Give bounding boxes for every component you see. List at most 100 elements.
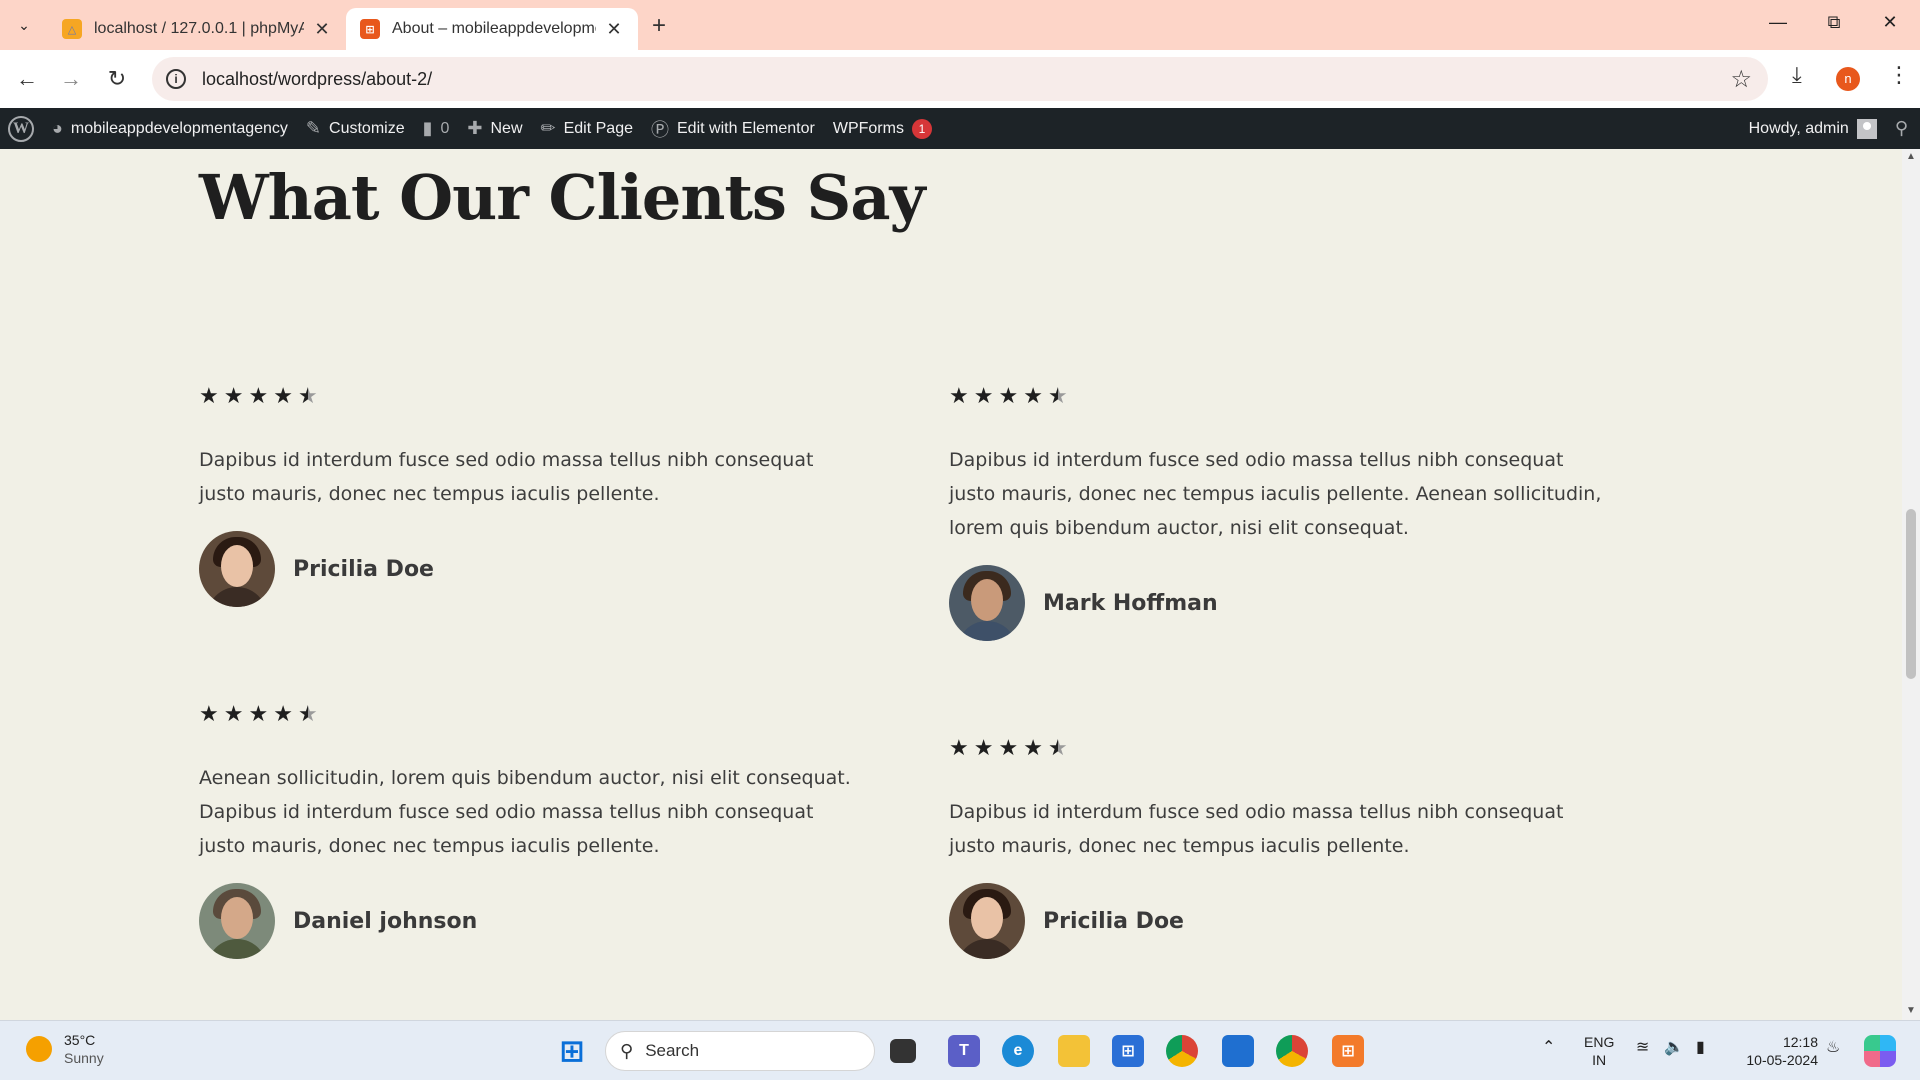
tab-search-chevron-icon[interactable]: ⌄ — [8, 9, 40, 41]
notification-bell-icon[interactable]: ♨ — [1826, 1039, 1840, 1057]
region-code: IN — [1592, 1052, 1607, 1068]
dashboard-gauge-icon: ◕ — [52, 118, 63, 138]
chrome-menu-icon[interactable]: ⋮ — [1888, 62, 1910, 88]
plus-icon: ✚ — [467, 118, 483, 138]
testimonial-card: ★ ★ ★ ★ ★ Dapibus id interdum fusce sed odio… — [949, 735, 1609, 959]
testimonial-quote: Dapibus id interdum fusce sed odio massa… — [949, 449, 1602, 539]
admin-bar-edit-page[interactable]: ✏ Edit Page — [541, 118, 633, 139]
wp-admin-bar: W ◕ mobileappdevelopmentagency ✎ Customi… — [0, 108, 1920, 149]
show-hidden-icons-icon[interactable]: ⌃ — [1542, 1039, 1555, 1057]
profile-avatar[interactable]: n — [1836, 67, 1860, 91]
admin-bar-customize[interactable]: ✎ Customize — [306, 118, 405, 139]
admin-bar-comments[interactable]: ▮ 0 — [423, 118, 450, 139]
temperature: 35°C — [64, 1032, 96, 1048]
chrome-icon[interactable] — [1166, 1035, 1198, 1067]
wpforms-notification-badge: 1 — [911, 118, 932, 139]
star-icon: ★ — [1023, 735, 1043, 760]
reload-icon[interactable]: ↻ — [102, 64, 132, 94]
paintbrush-icon: ✎ — [305, 118, 322, 138]
testimonial-author: Pricilia Doe — [199, 531, 859, 607]
address-bar[interactable]: i localhost/wordpress/about-2/ ☆ — [152, 57, 1768, 101]
author-name: Pricilia Doe — [293, 556, 434, 582]
testimonial-card: ★ ★ ★ ★ ★ Dapibus id interdum fusce sed odio… — [199, 383, 859, 607]
star-icon: ★ — [248, 701, 269, 726]
testimonial-card: ★ ★ ★ ★ ★ Aenean sollicitudin, lorem quis bi… — [199, 701, 859, 959]
sun-icon — [26, 1036, 52, 1062]
clock-date: 10-05-2024 — [1746, 1052, 1818, 1068]
window-close-icon[interactable]: ✕ — [1870, 12, 1910, 33]
admin-avatar[interactable] — [1856, 118, 1877, 139]
taskbar-search[interactable]: ⚲ Search — [605, 1031, 875, 1071]
comments-count: 0 — [440, 119, 450, 137]
star-icon: ★ — [1023, 383, 1043, 408]
elementor-logo-icon: Ⓟ — [651, 119, 669, 140]
wordpress-logo-icon[interactable]: W — [8, 115, 34, 142]
star-icon: ★ — [223, 701, 244, 726]
elementor-site-icon: ⊞ — [360, 19, 380, 39]
star-icon: ★ — [199, 701, 219, 726]
clock[interactable]: 12:18 10-05-2024 — [1738, 1033, 1818, 1069]
virtual-desktop-icon[interactable] — [1222, 1035, 1254, 1067]
browser-tab-phpmyadmin[interactable]: △ localhost / 127.0.0.1 | phpMyAd ✕ — [48, 8, 346, 50]
volume-icon[interactable]: 🔈 — [1664, 1039, 1684, 1057]
admin-bar-edit-elementor[interactable]: Ⓟ Edit with Elementor — [651, 116, 815, 142]
copilot-icon[interactable] — [1864, 1035, 1896, 1067]
admin-bar-wpforms[interactable]: WPForms 1 — [833, 118, 932, 139]
star-icon: ★ — [998, 383, 1019, 408]
xampp-icon[interactable]: ⊞ — [1332, 1035, 1364, 1067]
close-tab-icon[interactable]: ✕ — [604, 19, 624, 40]
testimonial-quote: Dapibus id interdum fusce sed odio massa… — [199, 449, 814, 505]
tab-title: About – mobileappdevelopmen — [392, 20, 596, 37]
scroll-up-icon[interactable]: ▲ — [1906, 151, 1916, 162]
author-avatar — [199, 883, 275, 959]
close-tab-icon[interactable]: ✕ — [312, 19, 332, 40]
language-indicator[interactable]: ENG IN — [1584, 1033, 1614, 1069]
site-info-icon[interactable]: i — [166, 69, 186, 89]
author-avatar — [949, 883, 1025, 959]
microsoft-store-icon[interactable]: ⊞ — [1112, 1035, 1144, 1067]
task-view-icon[interactable] — [890, 1039, 916, 1063]
page-scrollbar[interactable]: ▲ ▼ — [1902, 149, 1920, 1020]
new-tab-icon[interactable]: + — [652, 12, 666, 40]
edge-icon[interactable]: e — [1002, 1035, 1034, 1067]
download-icon[interactable]: ⤓ — [1792, 62, 1802, 88]
weather-text: 35°C Sunny — [64, 1031, 104, 1067]
minimize-icon[interactable]: — — [1758, 12, 1798, 33]
site-name-label: mobileappdevelopmentagency — [70, 119, 288, 137]
file-explorer-icon[interactable] — [1058, 1035, 1090, 1067]
bookmark-star-icon[interactable]: ☆ — [1730, 65, 1752, 94]
admin-search-icon[interactable]: ⚲ — [1895, 118, 1908, 139]
star-icon: ★ — [199, 383, 219, 408]
author-avatar — [199, 531, 275, 607]
star-icon: ★ — [998, 735, 1019, 760]
new-label: New — [490, 119, 523, 137]
wifi-icon[interactable]: ≊ — [1636, 1039, 1649, 1057]
back-icon[interactable]: ← — [12, 64, 42, 94]
testimonial-quote: Dapibus id interdum fusce sed odio massa… — [949, 801, 1564, 857]
scroll-down-icon[interactable]: ▼ — [1906, 1005, 1916, 1016]
half-star-icon: ★ — [297, 383, 318, 408]
star-icon: ★ — [973, 735, 994, 760]
admin-bar-account: Howdy, admin ⚲ — [1749, 108, 1920, 149]
page-content: What Our Clients Say ★ ★ ★ ★ ★ Dapibus id in… — [0, 149, 1902, 1020]
forward-icon[interactable]: → — [56, 64, 86, 94]
chrome-profile-icon[interactable] — [1276, 1035, 1308, 1067]
scrollbar-thumb[interactable] — [1906, 509, 1916, 679]
teams-icon[interactable]: T — [948, 1035, 980, 1067]
howdy-label[interactable]: Howdy, admin — [1749, 120, 1849, 138]
language-code: ENG — [1584, 1034, 1615, 1050]
restore-icon[interactable]: ⧉ — [1814, 12, 1854, 33]
admin-bar-site-name[interactable]: ◕ mobileappdevelopmentagency — [52, 118, 288, 139]
admin-bar-new[interactable]: ✚ New — [467, 118, 522, 139]
half-star-icon: ★ — [297, 701, 318, 726]
browser-tab-about[interactable]: ⊞ About – mobileappdevelopmen ✕ — [346, 8, 638, 50]
customize-label: Customize — [329, 119, 405, 137]
half-star-icon: ★ — [1047, 735, 1068, 760]
clock-time: 12:18 — [1782, 1034, 1818, 1050]
section-title: What Our Clients Say — [199, 161, 926, 234]
url-text[interactable]: localhost/wordpress/about-2/ — [202, 69, 1730, 90]
weather-widget[interactable]: 35°C Sunny — [26, 1031, 104, 1067]
windows-start-icon[interactable]: ⊞ — [556, 1035, 588, 1068]
half-star-icon: ★ — [1047, 383, 1068, 408]
battery-icon[interactable]: ▮ — [1696, 1039, 1705, 1057]
